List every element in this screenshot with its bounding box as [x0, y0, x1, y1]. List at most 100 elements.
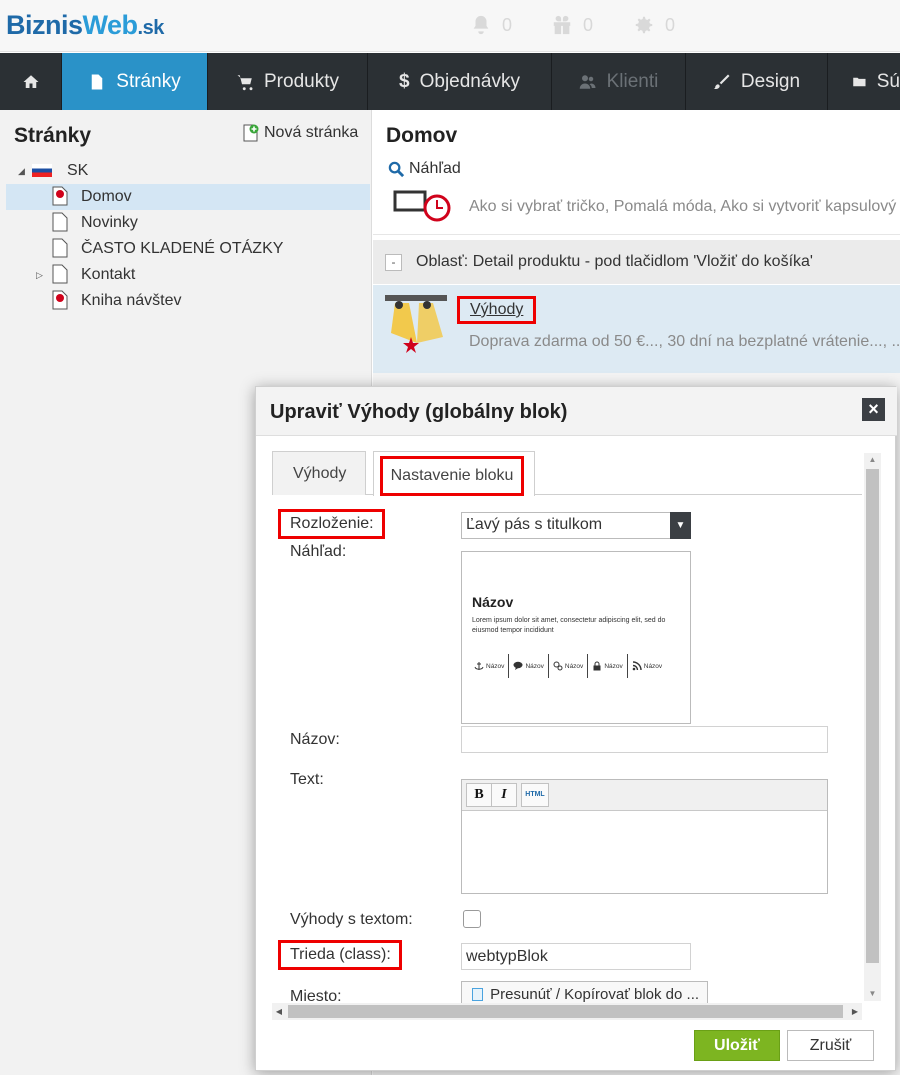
preview-icon-item: Názov — [588, 654, 628, 678]
page-title: Domov — [386, 124, 458, 147]
bold-button[interactable]: B — [466, 783, 492, 807]
dialog-header: Upraviť Výhody (globálny blok) × — [256, 387, 897, 436]
scroll-up-icon[interactable]: ▲ — [864, 453, 881, 467]
preview-icon-item: Názov — [509, 654, 549, 678]
html-button[interactable]: HTML — [521, 783, 549, 807]
block-settings-form: Rozloženie: Ľavý pás s titulkom ▼ Náhľad… — [272, 495, 862, 1003]
expand-icon[interactable]: ▷ — [36, 270, 43, 281]
layout-label: Rozloženie: — [278, 509, 385, 539]
name-input[interactable] — [461, 726, 828, 753]
close-button[interactable]: × — [862, 398, 885, 421]
rss-icon — [632, 661, 642, 671]
tab-vyhody[interactable]: Výhody — [272, 451, 366, 495]
page-tree: ◢ SK Domov Novinky ČASTO KLADENÉ OTÁZKY … — [6, 158, 370, 314]
move-copy-block-button[interactable]: Presunúť / Kopírovať blok do ... — [461, 981, 708, 1003]
chevron-down-icon[interactable]: ▼ — [670, 512, 691, 539]
lock-icon — [593, 661, 601, 671]
tab-nastavenie-bloku[interactable]: Nastavenie bloku — [373, 451, 535, 496]
tree-item-kontakt[interactable]: ▷ Kontakt — [6, 262, 370, 288]
page-icon — [52, 212, 68, 232]
slovak-flag-icon — [32, 164, 52, 177]
top-bar: BiznisWeb.sk 0 0 0 — [0, 0, 900, 52]
italic-button[interactable]: I — [491, 783, 517, 807]
page-icon — [472, 988, 483, 1001]
preview-label: Náhľad: — [290, 543, 347, 560]
nav-design[interactable]: Design — [686, 53, 828, 110]
home-icon — [23, 74, 38, 88]
page-icon — [92, 74, 103, 89]
page-icon — [52, 238, 68, 258]
scroll-thumb[interactable] — [288, 1005, 843, 1018]
collapse-area-button[interactable]: - — [385, 253, 402, 271]
nav-objednavky[interactable]: $ Objednávky — [368, 53, 552, 110]
benefits-with-text-checkbox[interactable] — [463, 910, 481, 928]
area-header: - Oblasť: Detail produktu - pod tlačidlo… — [373, 240, 900, 284]
notification-bell[interactable]: 0 — [470, 14, 512, 36]
gift-icon — [553, 15, 571, 35]
main-nav: Stránky Produkty $ Objednávky Klienti De… — [0, 53, 900, 110]
cancel-button[interactable]: Zrušiť — [787, 1030, 874, 1061]
nav-home[interactable] — [0, 53, 62, 110]
speech-bubble-icon — [513, 661, 523, 670]
page-home-icon — [52, 186, 68, 206]
clothes-rack-icon — [393, 190, 451, 222]
tab-highlight: Nastavenie bloku — [380, 456, 524, 496]
preview-icons: Názov Názov Názov Názov Názov — [470, 654, 686, 678]
brush-icon — [713, 74, 730, 89]
layout-select[interactable]: Ľavý pás s titulkom ▼ — [461, 512, 691, 539]
tree-item-sk[interactable]: ◢ SK — [6, 158, 370, 184]
horizontal-scrollbar[interactable]: ◀ ▶ — [272, 1003, 862, 1020]
benefits-with-text-label: Výhody s textom: — [290, 911, 413, 928]
magnifier-icon — [388, 161, 405, 177]
scroll-left-icon[interactable]: ◀ — [272, 1003, 286, 1020]
preview-icon-item: Názov — [549, 654, 589, 678]
preview-icon-item: Názov — [470, 654, 510, 678]
edit-block-dialog: Upraviť Výhody (globálny blok) × Výhody … — [255, 386, 897, 1071]
text-label: Text: — [290, 771, 324, 788]
vertical-scrollbar[interactable]: ▲ ▼ — [864, 453, 881, 1001]
tree-item-kniha-navstev[interactable]: Kniha návštev — [6, 288, 370, 314]
page-icon — [52, 264, 68, 284]
preview-link[interactable]: Náhľad — [388, 160, 461, 178]
dialog-title: Upraviť Výhody (globálny blok) — [270, 401, 568, 423]
nav-stranky[interactable]: Stránky — [62, 53, 208, 110]
dialog-tabs: Výhody Nastavenie bloku — [272, 451, 862, 496]
block-row[interactable]: Ako si vybrať tričko, Pomalá móda, Ako s… — [373, 190, 900, 235]
new-page-button[interactable]: Nová stránka — [242, 124, 358, 142]
preview-icon-item: Názov — [628, 654, 666, 678]
anchor-icon — [474, 662, 484, 670]
block-row-vyhody[interactable]: Výhody Doprava zdarma od 50 €..., 30 dní… — [373, 285, 900, 373]
scroll-down-icon[interactable]: ▼ — [864, 987, 881, 1001]
scroll-thumb[interactable] — [866, 469, 879, 963]
cart-icon — [237, 74, 253, 90]
dollar-icon: $ — [399, 70, 410, 92]
stage-lights-icon — [385, 295, 447, 353]
users-icon — [579, 74, 596, 89]
panel-title: Stránky — [14, 124, 92, 147]
nav-produkty[interactable]: Produkty — [208, 53, 368, 110]
notification-settings[interactable]: 0 — [633, 14, 675, 36]
new-page-icon — [243, 124, 259, 142]
logo[interactable]: BiznisWeb.sk — [6, 10, 164, 41]
nav-subory[interactable]: Sú — [828, 53, 900, 110]
tree-item-novinky[interactable]: Novinky — [6, 210, 370, 236]
css-class-label: Trieda (class): — [278, 940, 402, 970]
nav-klienti[interactable]: Klienti — [552, 53, 686, 110]
tree-item-domov[interactable]: Domov — [6, 184, 370, 210]
notification-gift[interactable]: 0 — [551, 14, 593, 36]
name-label: Názov: — [290, 731, 340, 748]
save-button[interactable]: Uložiť — [694, 1030, 780, 1061]
gears-icon — [553, 661, 563, 671]
editor-toolbar: B I HTML — [462, 780, 827, 811]
place-label: Miesto: — [290, 988, 342, 1003]
css-class-input[interactable]: webtypBlok — [461, 943, 691, 970]
gear-icon — [635, 16, 653, 34]
tree-item-faq[interactable]: ČASTO KLADENÉ OTÁZKY — [6, 236, 370, 262]
collapse-icon[interactable]: ◢ — [18, 166, 25, 177]
block-title-link[interactable]: Výhody — [457, 296, 537, 324]
folder-icon — [853, 77, 866, 86]
bell-icon — [473, 15, 489, 35]
layout-preview: Názov Lorem ipsum dolor sit amet, consec… — [461, 551, 691, 724]
scroll-right-icon[interactable]: ▶ — [848, 1003, 862, 1020]
text-editor[interactable]: B I HTML — [461, 779, 828, 894]
